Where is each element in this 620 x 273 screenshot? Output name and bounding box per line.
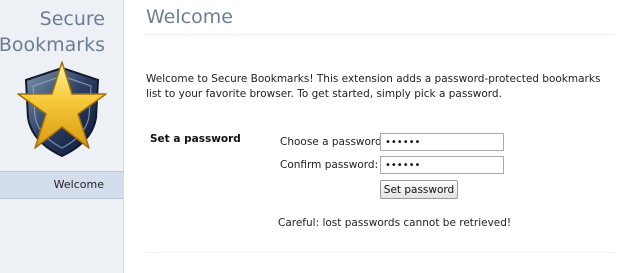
page-title: Welcome xyxy=(146,6,233,28)
intro-text: Welcome to Secure Bookmarks! This extens… xyxy=(146,73,601,100)
set-password-button[interactable]: Set password xyxy=(380,180,458,199)
app-title-line1: Secure xyxy=(39,8,105,30)
sidebar-item-welcome[interactable]: Welcome xyxy=(0,171,124,199)
bottom-divider xyxy=(146,252,616,253)
confirm-password-field[interactable] xyxy=(380,156,504,174)
app-title: Secure Bookmarks xyxy=(0,6,105,58)
confirm-password-label: Confirm password: xyxy=(280,159,379,171)
sidebar-item-label: Welcome xyxy=(53,178,104,191)
choose-password-label: Choose a password: xyxy=(280,136,386,148)
app-title-line2: Bookmarks xyxy=(0,34,105,56)
warning-text: Careful: lost passwords cannot be retrie… xyxy=(278,217,512,229)
sidebar: Secure Bookmarks Welcome xyxy=(0,0,124,273)
choose-password-field[interactable] xyxy=(380,133,504,151)
main-content: Welcome Welcome to Secure Bookmarks! Thi… xyxy=(124,0,620,273)
star-shield-icon xyxy=(17,61,107,158)
section-label: Set a password xyxy=(150,133,241,145)
title-divider xyxy=(146,34,616,35)
